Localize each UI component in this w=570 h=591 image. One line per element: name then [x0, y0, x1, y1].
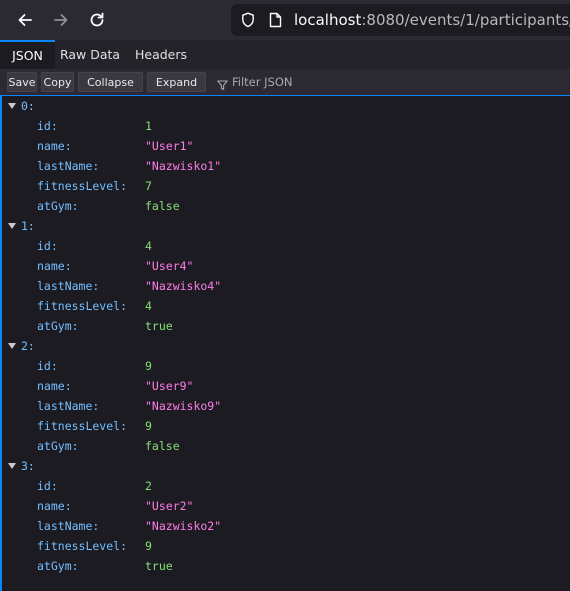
- property-value: "Nazwisko4": [145, 279, 222, 293]
- reload-icon: [90, 12, 104, 27]
- property-key: lastName:: [37, 519, 100, 533]
- tree-property-row[interactable]: name: "User1": [2, 136, 570, 156]
- collapse-all-button[interactable]: Collapse All: [78, 72, 143, 109]
- tab-raw-data[interactable]: Raw Data: [58, 40, 122, 69]
- tree-property-row[interactable]: atGym: false: [2, 196, 570, 216]
- property-value: "User1": [145, 139, 194, 153]
- tree-property-row[interactable]: lastName: "Nazwisko9": [2, 396, 570, 416]
- property-key: name:: [37, 379, 72, 393]
- property-key: name:: [37, 499, 72, 513]
- filter-icon: [217, 77, 228, 97]
- property-key: fitnessLevel:: [37, 539, 128, 553]
- url-text[interactable]: localhost:8080/events/1/participants/: [294, 11, 570, 29]
- tree-object-row[interactable]: 1:: [2, 216, 570, 236]
- tab-headers[interactable]: Headers: [130, 40, 192, 69]
- tree-property-row[interactable]: fitnessLevel: 9: [2, 536, 570, 556]
- property-value: 1: [145, 119, 152, 133]
- property-value: 9: [145, 359, 152, 373]
- expand-toggle-icon[interactable]: [8, 223, 16, 229]
- expand-toggle-icon[interactable]: [8, 103, 16, 109]
- array-index: 0:: [21, 99, 35, 113]
- tree-property-row[interactable]: id: 4: [2, 236, 570, 256]
- property-value: "User4": [145, 259, 194, 273]
- property-key: atGym:: [37, 559, 79, 573]
- tree-property-row[interactable]: atGym: true: [2, 556, 570, 576]
- property-value: 4: [145, 239, 152, 253]
- property-value: 9: [145, 419, 152, 433]
- tree-property-row[interactable]: name: "User2": [2, 496, 570, 516]
- property-value: 2: [145, 479, 152, 493]
- page-icon[interactable]: [269, 12, 282, 32]
- tree-property-row[interactable]: atGym: true: [2, 316, 570, 336]
- tree-property-row[interactable]: atGym: false: [2, 436, 570, 456]
- property-value: "Nazwisko1": [145, 159, 222, 173]
- tree-property-row[interactable]: fitnessLevel: 7: [2, 176, 570, 196]
- tree-property-row[interactable]: fitnessLevel: 4: [2, 296, 570, 316]
- tree-property-row[interactable]: id: 2: [2, 476, 570, 496]
- expand-toggle-icon[interactable]: [8, 343, 16, 349]
- property-value: true: [145, 559, 173, 573]
- property-key: name:: [37, 259, 72, 273]
- array-index: 2:: [21, 339, 35, 353]
- tree-object-row[interactable]: 3:: [2, 456, 570, 476]
- tree-property-row[interactable]: fitnessLevel: 9: [2, 416, 570, 436]
- tree-object-row[interactable]: 2:: [2, 336, 570, 356]
- copy-button[interactable]: Copy: [41, 72, 74, 92]
- property-key: atGym:: [37, 439, 79, 453]
- property-key: atGym:: [37, 199, 79, 213]
- property-key: id:: [37, 239, 58, 253]
- property-value: false: [145, 199, 180, 213]
- url-bar[interactable]: localhost:8080/events/1/participants/: [231, 4, 570, 36]
- property-value: 4: [145, 299, 152, 313]
- tree-property-row[interactable]: name: "User9": [2, 376, 570, 396]
- forward-arrow-icon: [54, 14, 68, 26]
- expand-all-button[interactable]: Expand All: [147, 72, 206, 109]
- property-value: false: [145, 439, 180, 453]
- property-value: 9: [145, 539, 152, 553]
- tree-property-row[interactable]: name: "User4": [2, 256, 570, 276]
- property-key: id:: [37, 119, 58, 133]
- property-key: fitnessLevel:: [37, 179, 128, 193]
- property-value: true: [145, 319, 173, 333]
- property-value: "Nazwisko2": [145, 519, 222, 533]
- property-key: lastName:: [37, 159, 100, 173]
- browser-toolbar: localhost:8080/events/1/participants/: [0, 0, 570, 40]
- viewer-tab-bar: JSON Raw Data Headers: [0, 40, 570, 69]
- reload-button[interactable]: [83, 6, 111, 34]
- property-key: id:: [37, 479, 58, 493]
- tab-json[interactable]: JSON: [0, 40, 55, 69]
- forward-button[interactable]: [47, 6, 75, 34]
- array-index: 3:: [21, 459, 35, 473]
- property-key: atGym:: [37, 319, 79, 333]
- property-key: fitnessLevel:: [37, 419, 128, 433]
- json-toolbar: Save Copy Collapse All Expand All Filter…: [0, 69, 570, 109]
- url-host: localhost: [294, 11, 362, 29]
- property-value: "User2": [145, 499, 194, 513]
- property-key: lastName:: [37, 279, 100, 293]
- tree-property-row[interactable]: lastName: "Nazwisko1": [2, 156, 570, 176]
- tree-property-row[interactable]: id: 9: [2, 356, 570, 376]
- array-index: 1:: [21, 219, 35, 233]
- property-value: "Nazwisko9": [145, 399, 222, 413]
- property-key: fitnessLevel:: [37, 299, 128, 313]
- property-value: 7: [145, 179, 152, 193]
- url-path: :8080/events/1/participants/: [361, 11, 570, 29]
- tree-object-row[interactable]: 0:: [2, 96, 570, 116]
- back-arrow-icon: [18, 14, 32, 26]
- json-tree: 0: id: 1 name: "User1" lastName: "Nazwis…: [0, 96, 570, 591]
- back-button[interactable]: [11, 6, 39, 34]
- property-value: "User9": [145, 379, 194, 393]
- filter-placeholder: Filter JSON: [232, 75, 293, 89]
- expand-toggle-icon[interactable]: [8, 463, 16, 469]
- property-key: lastName:: [37, 399, 100, 413]
- save-button[interactable]: Save: [7, 72, 37, 92]
- tree-property-row[interactable]: id: 1: [2, 116, 570, 136]
- tree-property-row[interactable]: lastName: "Nazwisko4": [2, 276, 570, 296]
- property-key: id:: [37, 359, 58, 373]
- shield-icon[interactable]: [241, 12, 255, 32]
- tree-property-row[interactable]: lastName: "Nazwisko2": [2, 516, 570, 536]
- property-key: name:: [37, 139, 72, 153]
